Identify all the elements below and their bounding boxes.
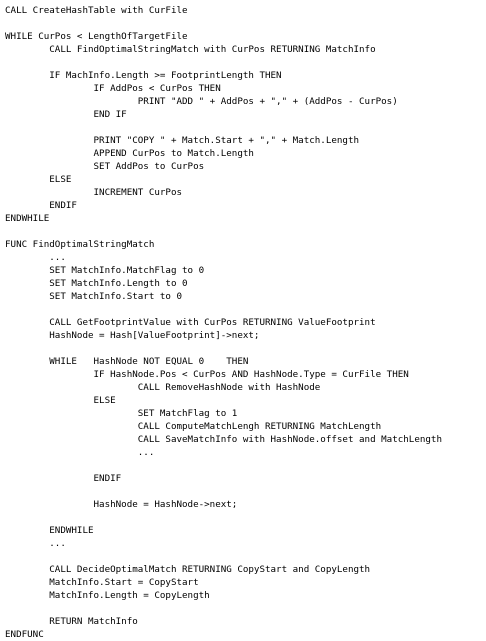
code-line: WHILE CurPos < LengthOfTargetFile	[5, 31, 188, 42]
code-line: CALL RemoveHashNode with HashNode	[5, 382, 321, 393]
code-line: ENDIF	[5, 473, 122, 484]
code-line: ENDIF	[5, 200, 77, 211]
code-line: CALL GetFootprintValue with CurPos RETUR…	[5, 317, 376, 328]
code-line: MatchInfo.Length = CopyLength	[5, 590, 210, 601]
code-line: ELSE	[5, 174, 72, 185]
pseudocode-block: CALL CreateHashTable with CurFile WHILE …	[5, 4, 485, 641]
code-line: SET MatchInfo.MatchFlag to 0	[5, 265, 205, 276]
code-line: SET MatchInfo.Length to 0	[5, 278, 188, 289]
code-line: END IF	[5, 109, 127, 120]
code-line: HashNode = HashNode->next;	[5, 499, 238, 510]
code-line: SET MatchInfo.Start to 0	[5, 291, 183, 302]
code-line: ...	[5, 447, 155, 458]
code-line: MatchInfo.Start = CopyStart	[5, 577, 199, 588]
code-line: WHILE HashNode NOT EQUAL 0 THEN	[5, 356, 249, 367]
code-line: CALL SaveMatchInfo with HashNode.offset …	[5, 434, 442, 445]
code-line: FUNC FindOptimalStringMatch	[5, 239, 155, 250]
code-line: HashNode = Hash[ValueFootprint]->next;	[5, 330, 260, 341]
code-line: APPEND CurPos to Match.Length	[5, 148, 254, 159]
code-line: ...	[5, 538, 66, 549]
code-line: RETURN MatchInfo	[5, 616, 138, 627]
code-line: CALL DecideOptimalMatch RETURNING CopySt…	[5, 564, 371, 575]
code-line: CALL ComputeMatchLengh RETURNING MatchLe…	[5, 421, 382, 432]
code-line: CALL CreateHashTable with CurFile	[5, 5, 188, 16]
code-line: PRINT "ADD " + AddPos + "," + (AddPos - …	[5, 96, 398, 107]
code-line: ENDWHILE	[5, 213, 50, 224]
code-line: INCREMENT CurPos	[5, 187, 183, 198]
code-line: SET MatchFlag to 1	[5, 408, 238, 419]
code-line: ENDFUNC	[5, 629, 44, 640]
code-line: SET AddPos to CurPos	[5, 161, 205, 172]
code-line: IF HashNode.Pos < CurPos AND HashNode.Ty…	[5, 369, 409, 380]
code-line: ENDWHILE	[5, 525, 94, 536]
code-line: IF AddPos < CurPos THEN	[5, 83, 221, 94]
code-line: CALL FindOptimalStringMatch with CurPos …	[5, 44, 376, 55]
code-line: IF MachInfo.Length >= FootprintLength TH…	[5, 70, 282, 81]
code-line: ELSE	[5, 395, 116, 406]
code-line: PRINT "COPY " + Match.Start + "," + Matc…	[5, 135, 360, 146]
code-line: ...	[5, 252, 66, 263]
